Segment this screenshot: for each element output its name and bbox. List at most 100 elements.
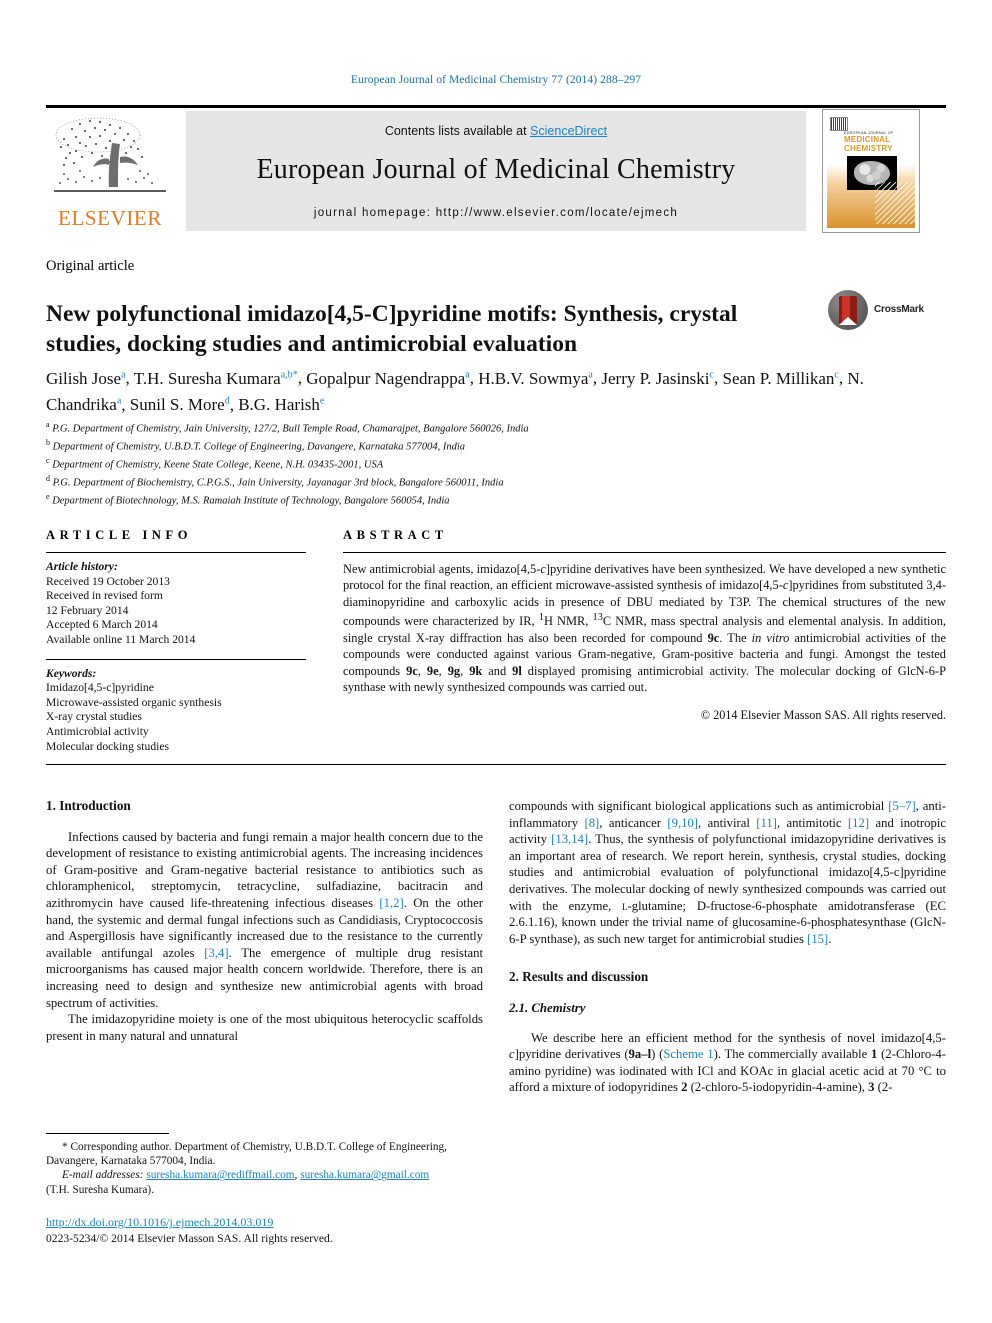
affiliation-mark: a <box>46 420 50 429</box>
article-history-item: Available online 11 March 2014 <box>46 632 196 646</box>
author: T.H. Suresha Kumaraa,b* <box>133 368 298 388</box>
article-history-label: Article history: <box>46 560 118 573</box>
email-link-1[interactable]: suresha.kumara@rediffmail.com <box>146 1169 294 1181</box>
affiliation-item: c Department of Chemistry, Keene State C… <box>46 456 384 471</box>
running-head: European Journal of Medicinal Chemistry … <box>350 74 642 86</box>
citation-13-14[interactable]: [13,14] <box>551 832 588 846</box>
citation-11[interactable]: [11] <box>756 816 777 830</box>
corresponding-author-text: * Corresponding author. Department of Ch… <box>46 1141 447 1168</box>
keyword-item: Microwave-assisted organic synthesis <box>46 695 222 709</box>
keyword-item: Imidazo[4,5-c]pyridine <box>46 681 154 695</box>
article-history-item: Received in revised form <box>46 589 163 603</box>
email-owner: (T.H. Suresha Kumara). <box>46 1183 155 1196</box>
cover-title: MEDICINAL CHEMISTRY <box>844 135 893 153</box>
cover-inner: EUROPEAN JOURNAL OF MEDICINAL CHEMISTRY <box>827 114 915 228</box>
abstract-copyright: © 2014 Elsevier Masson SAS. All rights r… <box>700 708 946 723</box>
heading-chemistry: 2.1. Chemistry <box>509 1000 586 1015</box>
citation-15[interactable]: [15] <box>807 932 828 946</box>
author-affiliation-mark: a <box>116 395 122 407</box>
abstract-text: New antimicrobial agents, imidazo[4,5-c]… <box>343 562 946 694</box>
sciencedirect-link[interactable]: ScienceDirect <box>530 124 607 138</box>
author: B.G. Harishe <box>238 395 325 415</box>
citation-9-10[interactable]: [9,10] <box>667 816 698 830</box>
paragraph-intro-2: The imidazopyridine moiety is one of the… <box>46 1012 483 1043</box>
keyword-item: Antimicrobial activity <box>46 724 149 738</box>
contents-prefix: Contents lists available at <box>384 124 531 138</box>
affiliation-item: a P.G. Department of Chemistry, Jain Uni… <box>46 420 529 435</box>
affiliation-item: b Department of Chemistry, U.B.D.T. Coll… <box>46 438 465 453</box>
paragraph-intro-1: Infections caused by bacteria and fungi … <box>46 829 484 1010</box>
issn-copyright: 0223-5234/© 2014 Elsevier Masson SAS. Al… <box>46 1232 333 1245</box>
article-info-box: ARTICLE INFO Article history: Received 1… <box>46 528 306 754</box>
keywords-block: Keywords: Imidazo[4,5-c]pyridine Microwav… <box>46 667 306 755</box>
affiliation-mark: e <box>46 492 50 502</box>
journal-title-band: Contents lists available at ScienceDirec… <box>186 111 806 231</box>
abstract-rule <box>343 552 946 553</box>
author-list: Gilish Josea, T.H. Suresha Kumaraa,b*, G… <box>46 368 864 415</box>
crossmark-icon <box>828 290 868 330</box>
author: Gilish Josea <box>46 368 126 388</box>
journal-header-band: ELSEVIER Contents lists available at Sci… <box>46 105 946 233</box>
journal-title: European Journal of Medicinal Chemistry <box>256 154 736 185</box>
cover-diagonal-pattern <box>875 182 915 224</box>
citation-3-4[interactable]: [3,4] <box>204 946 228 960</box>
page-title: New polyfunctional imidazo[4,5-C]pyridin… <box>46 300 738 357</box>
author-affiliation-mark: a <box>121 369 126 380</box>
paragraph-intro-2-cont: compounds with significant biological ap… <box>509 799 946 946</box>
author-affiliation-mark: e <box>319 395 325 407</box>
email-line: E-mail addresses: suresha.kumara@rediffm… <box>62 1169 430 1182</box>
footnote-block: * Corresponding author. Department of Ch… <box>46 1133 483 1197</box>
citation-12[interactable]: [12] <box>848 816 869 830</box>
author: Gopalpur Nagendrappaa <box>306 368 470 388</box>
article-history-item: Received 19 October 2013 <box>46 574 170 588</box>
link-scheme-1[interactable]: Scheme 1 <box>663 1047 713 1061</box>
author: Jerry P. Jasinskic <box>601 368 714 388</box>
article-type: Original article <box>46 258 135 274</box>
abstract-box: ABSTRACT New antimicrobial agents, imida… <box>343 528 946 723</box>
affiliation-mark: d <box>46 474 50 484</box>
article-info-separator <box>46 658 306 660</box>
body-column-right: compounds with significant biological ap… <box>509 798 946 1096</box>
author-affiliation-mark: c <box>709 369 714 380</box>
crossmark-badge[interactable]: CrossMark <box>828 290 946 332</box>
heading-results: 2. Results and discussion <box>509 969 649 985</box>
article-history: Article history: Received 19 October 201… <box>46 560 306 648</box>
article-history-items: Received 19 October 2013 Received in revi… <box>46 575 306 648</box>
affiliation-mark: b <box>46 438 50 448</box>
email-link-2[interactable]: suresha.kumara@gmail.com <box>300 1169 429 1181</box>
elsevier-logo: ELSEVIER <box>46 111 174 233</box>
article-info-rule <box>46 552 306 553</box>
author-affiliation-mark: c <box>834 369 839 380</box>
crossmark-label: CrossMark <box>874 304 924 315</box>
citation-1-2[interactable]: [1,2] <box>379 896 403 910</box>
paper-page: European Journal of Medicinal Chemistry … <box>0 0 992 1323</box>
article-info-heading: ARTICLE INFO <box>46 528 193 542</box>
corresponding-author-note: * Corresponding author. Department of Ch… <box>46 1140 483 1197</box>
author-affiliation-mark: d <box>224 395 230 407</box>
citation-5-7[interactable]: [5–7] <box>888 799 915 813</box>
elsevier-tree-icon <box>54 117 166 192</box>
keyword-item: Molecular docking studies <box>46 739 169 753</box>
journal-cover-thumbnail[interactable]: EUROPEAN JOURNAL OF MEDICINAL CHEMISTRY <box>822 109 920 233</box>
email-label: E-mail addresses: <box>62 1169 144 1182</box>
doi-link[interactable]: http://dx.doi.org/10.1016/j.ejmech.2014.… <box>46 1214 273 1230</box>
paragraph-chemistry-1: We describe here an efficient method for… <box>509 1030 946 1095</box>
article-history-item: Accepted 6 March 2014 <box>46 618 158 632</box>
author-affiliation-mark: a,b* <box>280 369 298 380</box>
journal-homepage[interactable]: journal homepage: http://www.elsevier.co… <box>186 207 806 219</box>
author: Sean P. Millikanc <box>722 368 839 388</box>
barcode-icon <box>830 117 848 131</box>
affiliation-mark: c <box>46 456 50 466</box>
crossmark-book-icon <box>839 296 857 325</box>
keywords-label: Keywords: <box>46 666 97 680</box>
citation-8[interactable]: [8] <box>584 816 599 830</box>
footnote-rule <box>46 1133 169 1134</box>
affiliation-item: e Department of Biotechnology, M.S. Rama… <box>46 492 450 507</box>
author: Sunil S. Mored <box>129 395 230 415</box>
abstract-heading: ABSTRACT <box>343 528 448 542</box>
body-column-left: 1. Introduction Infections caused by bac… <box>46 798 483 1044</box>
cover-line3: CHEMISTRY <box>844 143 893 153</box>
keyword-items: Imidazo[4,5-c]pyridine Microwave-assisted… <box>46 681 306 754</box>
contents-line: Contents lists available at ScienceDirec… <box>186 111 806 138</box>
elsevier-wordmark: ELSEVIER <box>58 206 162 230</box>
